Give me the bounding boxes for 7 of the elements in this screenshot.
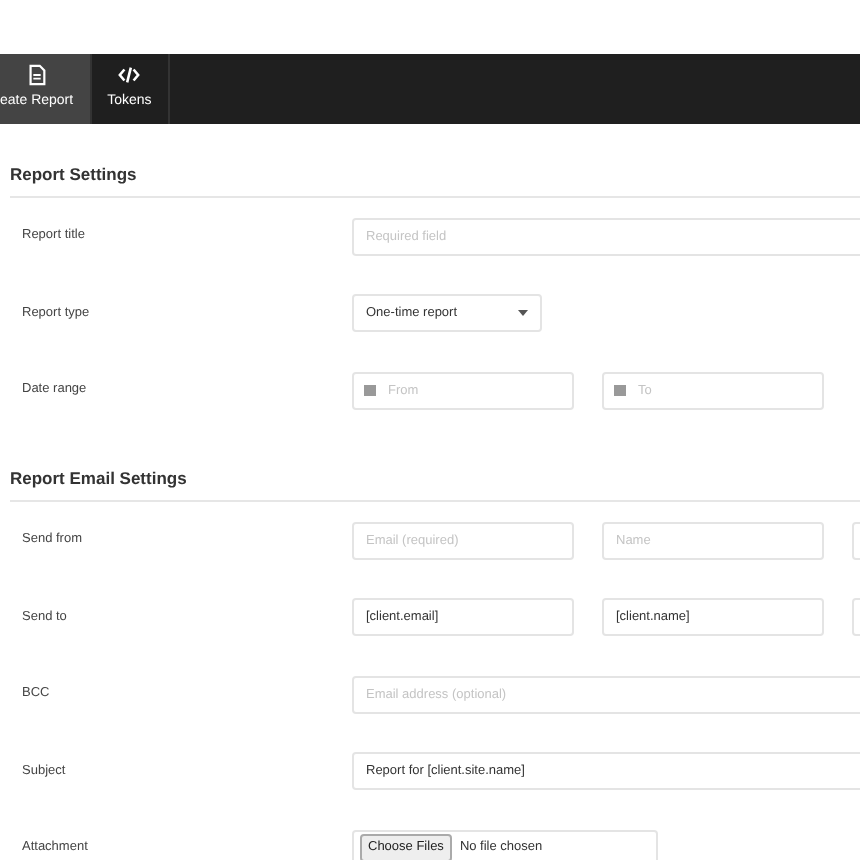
section-heading: Report Email Settings: [10, 428, 860, 502]
section-heading: Report Settings: [10, 124, 860, 198]
code-icon: [118, 64, 141, 87]
calendar-icon: [364, 384, 376, 396]
calendar-icon: [614, 384, 626, 396]
caret-icon: [518, 310, 528, 316]
document-icon: [25, 64, 48, 87]
